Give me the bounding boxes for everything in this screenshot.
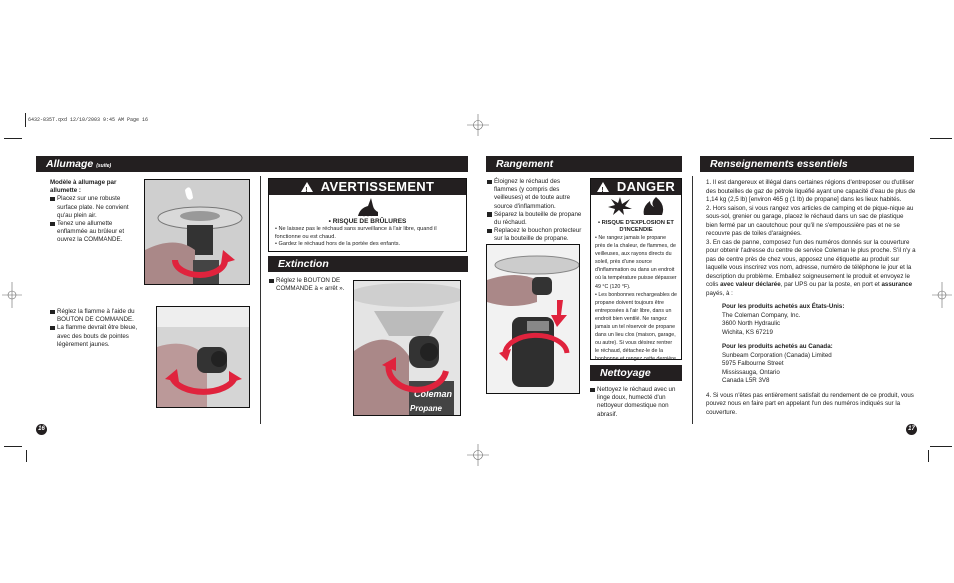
- burn-hazard-icon: [357, 198, 378, 217]
- renseignements-block: 1. Il est dangereux et illégal dans cert…: [706, 179, 916, 417]
- section-title: Extinction: [278, 258, 329, 270]
- section-title: Nettoyage: [600, 367, 651, 379]
- section-title: Allumage: [46, 158, 94, 170]
- paragraph: 4. Si vous n'êtes pas entièrement satisf…: [706, 391, 914, 416]
- warning-risk: • RISQUE DE BRÛLURES: [328, 218, 407, 225]
- address-line: Wichita, KS 67219: [722, 328, 773, 336]
- extinction-illustration-icon: Coleman Propane: [354, 281, 460, 415]
- list-item: Éloignez le réchaud des flammes (y compr…: [487, 178, 583, 211]
- photo-extinction: Coleman Propane: [353, 280, 461, 416]
- storage-illustration-icon: [487, 245, 579, 393]
- text-run: assurance: [881, 281, 913, 288]
- crop-mark: [25, 113, 26, 127]
- list-item: Replacez le bouchon protecteur sur la bo…: [487, 227, 583, 243]
- crop-mark: [930, 446, 952, 447]
- list-item: La flamme devrait être bleue, avec des b…: [50, 324, 142, 349]
- address-heading: Pour les produits achetés au Canada:: [722, 343, 833, 350]
- column-divider: [260, 176, 261, 424]
- paragraph: 2. Hors saison, si vous rangez vos artic…: [706, 204, 914, 238]
- section-header-extinction: Extinction: [268, 256, 468, 272]
- registration-mark-icon: [932, 282, 952, 308]
- section-header-renseignements: Renseignements essentiels: [700, 156, 914, 172]
- registration-mark-icon: [467, 444, 489, 466]
- registration-mark-icon: [2, 282, 22, 308]
- address-line: Canada L5R 3V8: [722, 377, 770, 384]
- crop-mark: [930, 138, 952, 139]
- warning-item: • Gardez le réchaud hors de la portée de…: [275, 241, 401, 248]
- address-line: Mississauga, Ontario: [722, 368, 780, 376]
- danger-icons: [591, 197, 681, 220]
- paragraph: 1. Il est dangereux et illégal dans cert…: [706, 179, 916, 203]
- address-line: 3600 North Hydraulic: [722, 320, 781, 327]
- ca-address-block: Pour les produits achetés au Canada: Sun…: [706, 343, 916, 386]
- section-header-allumage: Allumage (suite): [36, 156, 468, 172]
- danger-title: DANGER: [616, 179, 676, 194]
- danger-box: DANGER • RISQUE D'EXPLOSION ET D'INCENDI…: [590, 178, 682, 371]
- address-line: Sunbeam Corporation (Canada) Limited: [722, 351, 832, 359]
- list-item: Placez sur une robuste surface plate. Ne…: [50, 195, 140, 220]
- section-suffix: (suite): [96, 163, 112, 169]
- rangement-block: Éloignez le réchaud des flammes (y compr…: [487, 178, 583, 244]
- fire-icon: [643, 197, 664, 215]
- warning-header: AVERTISSEMENT: [269, 179, 466, 199]
- registration-mark-icon: [467, 114, 489, 136]
- address-heading: Pour les produits achetés aux États-Unis…: [722, 303, 845, 310]
- section-title: Renseignements essentiels: [710, 158, 848, 170]
- warning-triangle-icon: [596, 182, 609, 199]
- text-run: payés, à :: [706, 289, 733, 297]
- section-header-nettoyage: Nettoyage: [590, 365, 682, 381]
- match-model-block: Modèle à allumage par allumette : Placez…: [50, 179, 140, 245]
- page-number-17: 17: [906, 424, 917, 435]
- danger-header: DANGER: [591, 179, 681, 199]
- danger-item: • Les bonbonnes rechargeables de propane…: [595, 291, 677, 371]
- photo-lighting-stove: [144, 179, 250, 285]
- nettoyage-block: Nettoyez le réchaud avec un linge doux, …: [590, 386, 682, 419]
- column-divider: [692, 176, 693, 424]
- warning-triangle-icon: [300, 182, 313, 199]
- svg-text:Propane: Propane: [410, 404, 443, 413]
- crop-mark: [26, 450, 27, 462]
- file-slug: 6432-835T.qxd 12/10/2003 9:45 AM Page 16: [28, 117, 149, 123]
- list-item: Réglez la flamme à l'aide du BOUTON DE C…: [50, 308, 142, 324]
- page-number-16: 16: [36, 424, 47, 435]
- list-item: Nettoyez le réchaud avec un linge doux, …: [590, 386, 682, 419]
- danger-item: • Ne rangez jamais le propane près de la…: [595, 235, 677, 290]
- crop-mark: [4, 446, 22, 447]
- us-address-block: Pour les produits achetés aux États-Unis…: [706, 303, 916, 337]
- address-line: The Coleman Company, Inc.: [722, 311, 801, 319]
- list-item: Tenez une allumette enflammée au brûleur…: [50, 220, 140, 245]
- match-model-heading: Modèle à allumage par allumette :: [50, 179, 117, 195]
- photo-flame-adjust: [156, 306, 250, 408]
- address-line: 5975 Falbourne Street: [722, 360, 784, 367]
- flame-adjust-block: Réglez la flamme à l'aide du BOUTON DE C…: [50, 308, 142, 349]
- crop-mark: [4, 138, 22, 139]
- paragraph: 3. En cas de panne, composez l'un des nu…: [706, 239, 916, 299]
- text-run: , par UPS ou par la poste, en port et: [780, 281, 882, 288]
- section-header-rangement: Rangement: [486, 156, 682, 172]
- stove-illustration-icon: [145, 180, 249, 284]
- warning-title: AVERTISSEMENT: [320, 179, 435, 194]
- photo-storage: [486, 244, 580, 394]
- crop-mark: [928, 450, 929, 462]
- list-item: Séparez la bouteille de propane du récha…: [487, 211, 583, 227]
- explosion-icon: [607, 197, 632, 215]
- warning-item: • Ne laissez pas le réchaud sans surveil…: [275, 226, 437, 240]
- danger-risk: • RISQUE D'EXPLOSION ET D'INCENDIE: [598, 220, 674, 233]
- extinction-block: Réglez le BOUTON DE COMMANDE à « arrêt »…: [269, 277, 345, 293]
- text-run: avec valeur déclarée: [720, 281, 781, 288]
- warning-box: AVERTISSEMENT • RISQUE DE BRÛLURES • Ne …: [268, 178, 467, 252]
- list-item: Réglez le BOUTON DE COMMANDE à « arrêt »…: [269, 277, 345, 293]
- section-title: Rangement: [496, 158, 554, 170]
- control-knob-illustration-icon: [157, 307, 249, 407]
